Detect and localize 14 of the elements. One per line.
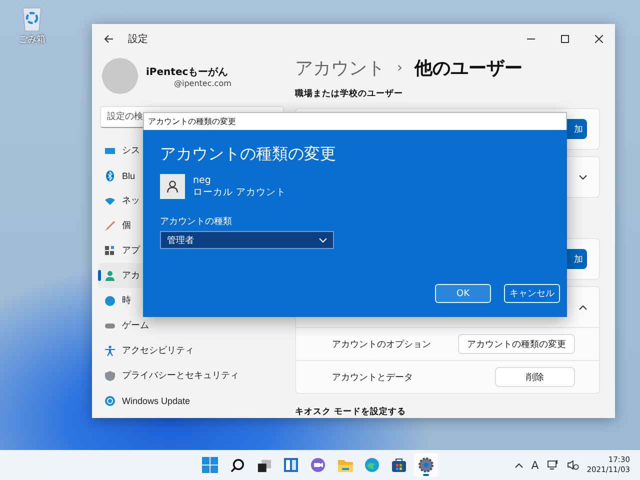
profile-name: iPentecもーがん — [146, 66, 230, 78]
dialog-title: アカウントの種類の変更 — [148, 116, 236, 127]
setting-label: アカウントのオプション — [332, 338, 432, 350]
account-type-text: ローカル アカウント — [193, 186, 286, 198]
section-heading: 職場または学校のユーザー — [295, 88, 404, 100]
profile-email: @ipentec.com — [173, 78, 232, 88]
setting-label: アカウントとデータ — [332, 372, 414, 384]
breadcrumb-separator: › — [397, 60, 403, 76]
page-title: 他のユーザー — [414, 57, 523, 80]
user-name: neg — [193, 174, 212, 186]
field-label: アカウントの種類 — [160, 216, 233, 228]
section-heading: キオスク モードを設定する — [295, 406, 407, 418]
dialog-heading: アカウントの種類の変更 — [160, 144, 337, 165]
window-title: 設定 — [128, 32, 149, 46]
